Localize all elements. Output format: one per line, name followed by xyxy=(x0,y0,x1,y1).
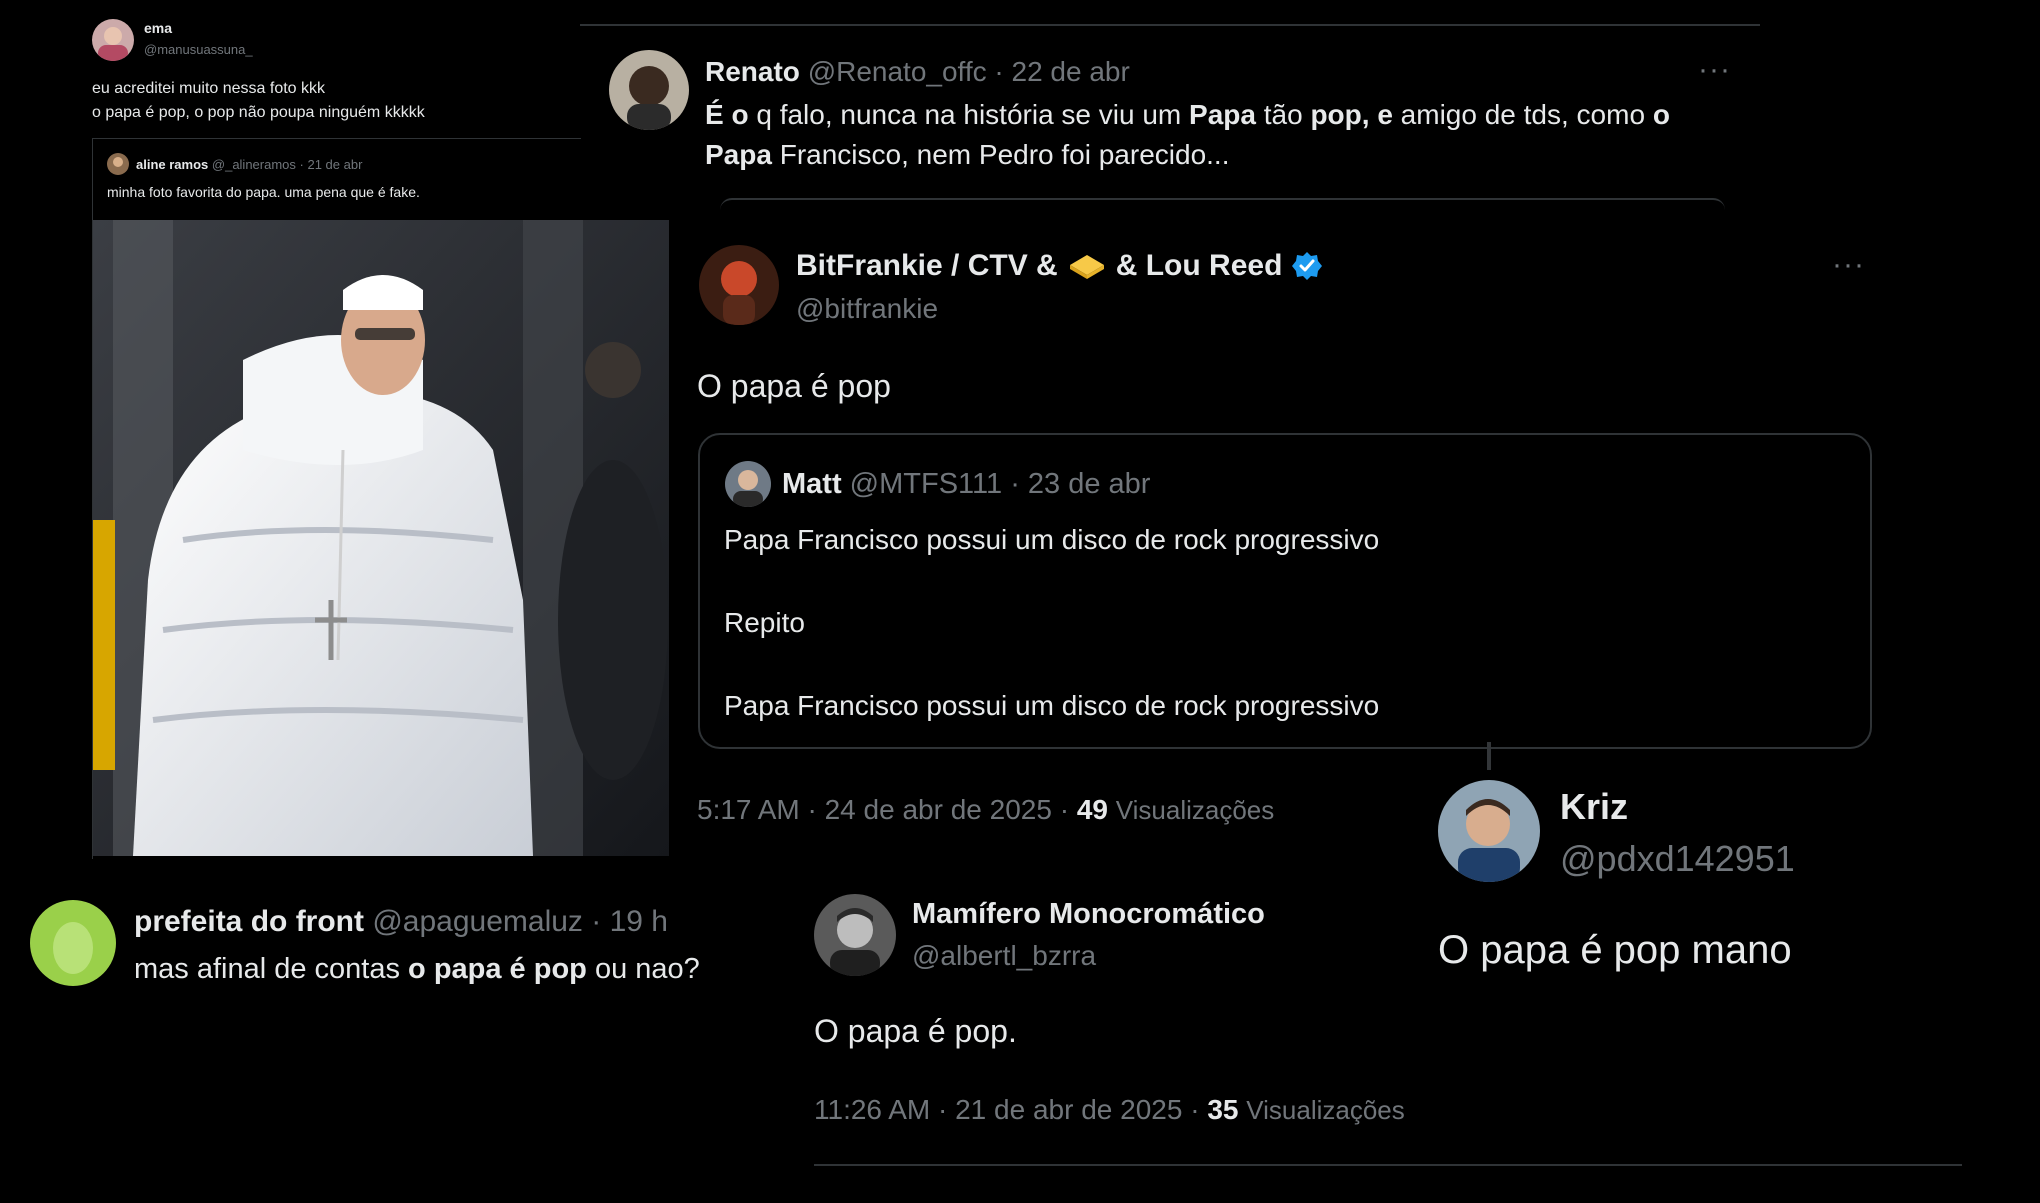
renato-handle[interactable]: @Renato_offc xyxy=(808,56,987,87)
matt-handle[interactable]: @MTFS111 xyxy=(850,468,1002,500)
bitfrankie-meta: 5:17 AM · 24 de abr de 2025 · 49 Visuali… xyxy=(697,794,1274,826)
renato-text-3: amigo de tds, como xyxy=(1392,99,1653,130)
matt-text-line2: Repito xyxy=(724,607,805,638)
matt-avatar[interactable] xyxy=(725,461,771,507)
renato-text-1: q falo, nunca na história se viu um xyxy=(748,99,1190,130)
prefeita-text-a: mas afinal de contas xyxy=(134,953,409,985)
matt-text-line3: Papa Francisco possui um disco de rock p… xyxy=(724,690,1380,721)
kriz-avatar[interactable] xyxy=(1438,780,1540,882)
renato-text-bold-3: pop xyxy=(1310,99,1362,130)
matt-text-line1: Papa Francisco possui um disco de rock p… xyxy=(724,524,1380,555)
mamifero-text: O papa é pop. xyxy=(814,1013,1017,1049)
renato-text-2: tão xyxy=(1255,99,1311,130)
kriz-thread-line xyxy=(1487,742,1491,770)
matt-name[interactable]: Matt xyxy=(782,468,842,500)
mamifero-avatar[interactable] xyxy=(814,894,896,976)
renato-more-icon[interactable]: ··· xyxy=(1698,55,1731,85)
renato-text-bold-6: Papa xyxy=(705,139,772,170)
renato-text-line2: Papa Francisco, nem Pedro foi parecido..… xyxy=(705,139,1229,171)
aline-name[interactable]: aline ramos xyxy=(136,157,208,172)
renato-text-bold-4: , e xyxy=(1361,99,1393,130)
prefeita-name[interactable]: prefeita do front xyxy=(134,905,364,938)
bitfrankie-avatar[interactable] xyxy=(699,245,779,325)
ema-avatar[interactable] xyxy=(92,19,134,61)
renato-date[interactable]: · 22 de abr xyxy=(994,56,1129,87)
mamifero-handle[interactable]: @albertl_bzrra xyxy=(912,940,1096,972)
renato-name[interactable]: Renato xyxy=(705,56,800,87)
prefeita-text: mas afinal de contas o papa é pop ou nao… xyxy=(134,953,700,986)
renato-avatar[interactable] xyxy=(609,50,689,130)
prefeita-date[interactable]: · 19 h xyxy=(591,905,668,938)
aline-avatar[interactable] xyxy=(107,153,129,175)
ema-text-line2: o papa é pop, o pop não poupa ninguém kk… xyxy=(92,104,425,121)
renato-quote-edge xyxy=(720,198,1725,212)
bitfrankie-text: O papa é pop xyxy=(697,368,891,404)
renato-header: Renato @Renato_offc · 22 de abr xyxy=(705,56,1130,88)
mamifero-views-label: Visualizações xyxy=(1246,1095,1405,1125)
renato-text-bold-1: É o xyxy=(705,99,749,130)
divider-bottom xyxy=(814,1164,1962,1166)
matt-header: Matt @MTFS111 · 23 de abr xyxy=(782,468,1150,501)
mamifero-timestamp[interactable]: 11:26 AM · 21 de abr de 2025 · xyxy=(814,1094,1200,1125)
bitfrankie-name-a[interactable]: BitFrankie / CTV & xyxy=(796,249,1058,283)
kriz-handle[interactable]: @pdxd142951 xyxy=(1560,838,1795,880)
matt-date[interactable]: · 23 de abr xyxy=(1010,468,1150,500)
renato-text-bold-5: o xyxy=(1652,99,1670,130)
ema-text-line1: eu acreditei muito nessa foto kkk xyxy=(92,80,326,97)
prefeita-handle[interactable]: @apaguemaluz xyxy=(372,905,583,938)
renato-text-4: Francisco, nem Pedro foi parecido... xyxy=(771,139,1230,170)
pope-puffer-photo[interactable] xyxy=(93,220,669,856)
mamifero-views-count: 35 xyxy=(1207,1094,1239,1125)
prefeita-text-c: ou nao? xyxy=(586,953,700,985)
renato-text-bold-2: Papa xyxy=(1189,99,1256,130)
bitfrankie-handle[interactable]: @bitfrankie xyxy=(796,293,938,325)
prefeita-avatar[interactable] xyxy=(30,900,116,986)
prefeita-header: prefeita do front @apaguemaluz · 19 h xyxy=(134,905,668,939)
aline-header: aline ramos @_alineramos · 21 de abr xyxy=(136,157,362,172)
kriz-name[interactable]: Kriz xyxy=(1560,786,1628,828)
divider-top xyxy=(580,24,1760,26)
bitfrankie-name-b[interactable]: & Lou Reed xyxy=(1116,249,1283,283)
mamifero-meta: 11:26 AM · 21 de abr de 2025 · 35 Visual… xyxy=(814,1094,1405,1126)
ema-handle[interactable]: @manusuassuna_ xyxy=(144,42,253,57)
bitfrankie-views-label: Visualizações xyxy=(1115,795,1275,825)
aline-text: minha foto favorita do papa. uma pena qu… xyxy=(107,184,420,200)
aline-handle[interactable]: @_alineramos xyxy=(212,157,296,172)
bitfrankie-name-row: BitFrankie / CTV & & Lou Reed xyxy=(796,249,1323,283)
bitfrankie-views-count: 49 xyxy=(1076,794,1108,825)
cheese-emoji-icon xyxy=(1068,253,1106,279)
mamifero-name[interactable]: Mamífero Monocromático xyxy=(912,898,1265,931)
verified-badge-icon xyxy=(1292,251,1323,281)
kriz-text: O papa é pop mano xyxy=(1438,928,1792,972)
ema-name[interactable]: ema xyxy=(144,20,172,36)
bitfrankie-timestamp[interactable]: 5:17 AM · 24 de abr de 2025 · xyxy=(697,794,1069,825)
prefeita-text-bold: o papa é pop xyxy=(408,953,587,985)
bitfrankie-more-icon[interactable]: ··· xyxy=(1832,250,1865,280)
renato-text-line1: É o q falo, nunca na história se viu um … xyxy=(705,99,1670,131)
aline-date[interactable]: · 21 de abr xyxy=(300,157,363,172)
